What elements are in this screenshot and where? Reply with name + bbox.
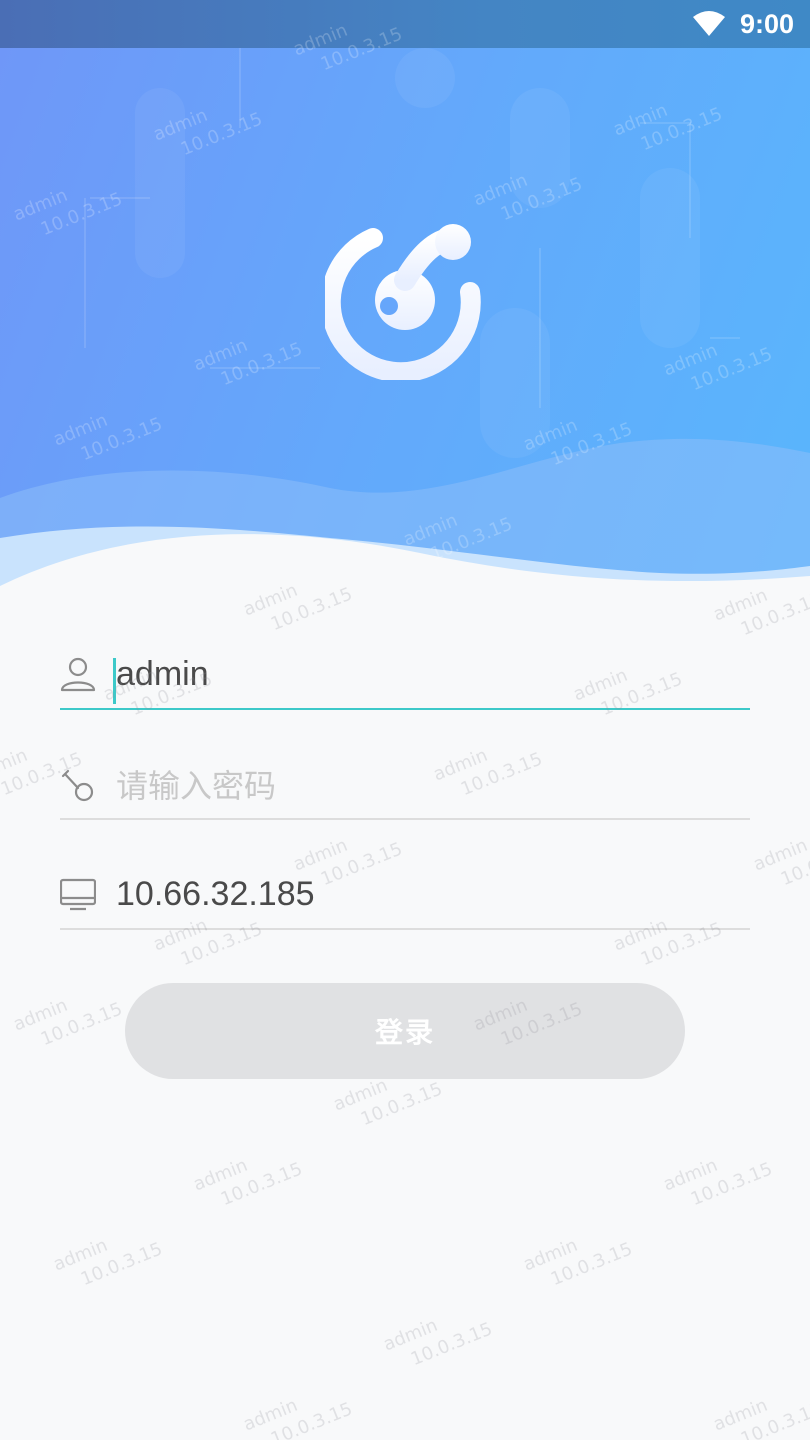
key-icon xyxy=(61,769,94,802)
watermark-text: admin 10.0.3.15 xyxy=(190,1154,306,1211)
username-value: admin xyxy=(116,654,209,693)
monitor-icon xyxy=(60,878,96,911)
wifi-icon xyxy=(692,11,725,36)
status-time: 9:00 xyxy=(739,8,794,39)
watermark-text: admin 10.0.3.15 xyxy=(710,1394,810,1440)
username-input[interactable]: admin xyxy=(113,654,716,704)
watermark-text: admin 10.0.3.15 xyxy=(50,1234,166,1291)
text-cursor xyxy=(113,657,116,704)
app-logo-icon xyxy=(325,224,481,380)
server-input[interactable]: 10.66.32.185 xyxy=(116,875,716,914)
watermark-text: admin 10.0.3.15 xyxy=(520,1234,636,1291)
watermark-text: admin 10.0.3.15 xyxy=(660,1154,776,1211)
login-button[interactable]: 登录 xyxy=(125,983,685,1079)
watermark-text: admin 10.0.3.15 xyxy=(240,1394,356,1440)
server-field[interactable]: 10.66.32.185 xyxy=(60,860,750,930)
status-icons: 9:00 xyxy=(692,0,794,48)
password-input[interactable]: 请输入密码 xyxy=(116,761,716,807)
login-header-banner xyxy=(0,48,810,608)
user-icon xyxy=(60,657,96,692)
watermark-text: admin 10.0.3.15 xyxy=(750,834,810,891)
watermark-text: admin 10.0.3.15 xyxy=(10,994,126,1051)
password-field[interactable]: 请输入密码 xyxy=(60,750,750,820)
username-field[interactable]: admin xyxy=(60,640,750,710)
status-bar: 9:00 xyxy=(0,0,810,48)
watermark-text: admin 10.0.3.15 xyxy=(380,1314,496,1371)
